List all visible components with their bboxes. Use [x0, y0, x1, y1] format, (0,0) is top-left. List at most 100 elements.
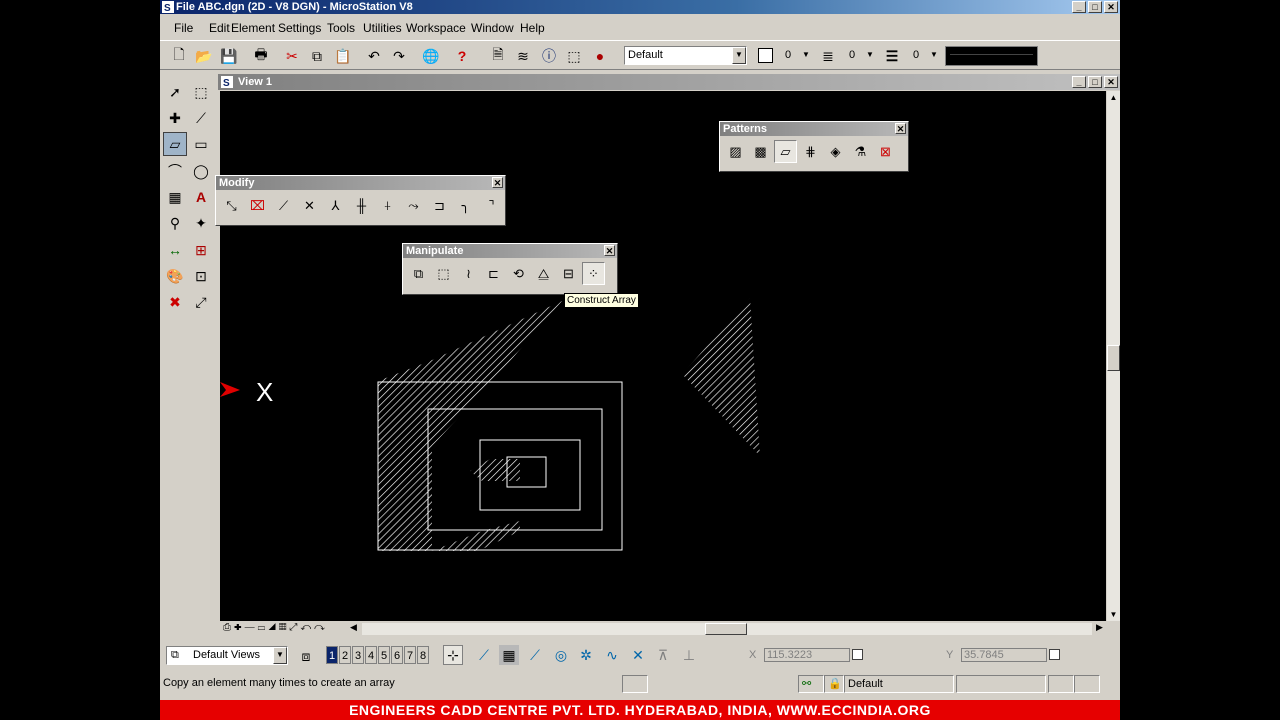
globe-icon[interactable]: 🌐 [421, 46, 441, 66]
select-element-icon[interactable]: ➚ [163, 80, 187, 104]
center-snap-icon[interactable]: ◎ [551, 645, 571, 665]
horizontal-scrollbar[interactable] [362, 623, 1092, 635]
modify-element-icon[interactable]: ⤡ [220, 194, 243, 217]
delete-vertex-icon[interactable]: ⊐ [428, 194, 451, 217]
levels-icon[interactable]: ≋ [513, 46, 533, 66]
scroll-left-arrow[interactable]: ◀ [350, 622, 357, 633]
measure-icon[interactable]: ✦ [189, 211, 213, 235]
view-7-button[interactable]: 7 [404, 646, 416, 664]
active-level-combo[interactable]: Default ▼ [624, 46, 747, 65]
patterns-tool-icon[interactable]: ▱ [163, 132, 187, 156]
paste-icon[interactable]: 📋 [333, 46, 353, 66]
open-folder-icon[interactable]: 📂 [194, 46, 214, 66]
perpendicular-snap-icon[interactable]: ⊼ [653, 645, 673, 665]
view-2-button[interactable]: 2 [339, 646, 351, 664]
view-8-button[interactable]: 8 [417, 646, 429, 664]
help-icon[interactable]: ? [452, 46, 472, 66]
view-6-button[interactable]: 6 [391, 646, 403, 664]
view-4-button[interactable]: 4 [365, 646, 377, 664]
chevron-down-icon[interactable]: ▼ [732, 47, 746, 64]
chamfer-icon[interactable]: ⌝ [480, 194, 503, 217]
move-parallel-icon[interactable]: ≀ [457, 262, 480, 285]
cell-icon[interactable]: ▦ [163, 185, 187, 209]
intersection-snap-icon[interactable]: ✕ [628, 645, 648, 665]
render-icon[interactable]: ● [590, 46, 610, 66]
minimize-button[interactable]: _ [1072, 1, 1086, 13]
menu-file[interactable]: File [174, 21, 193, 35]
view-3-button[interactable]: 3 [352, 646, 364, 664]
extend-to-element-icon[interactable]: ⅄ [324, 194, 347, 217]
scroll-down-arrow[interactable]: ▼ [1107, 608, 1120, 621]
color-dropdown-arrow[interactable]: ▼ [802, 50, 810, 59]
construct-array-icon[interactable]: ⁘ [582, 262, 605, 285]
menu-element[interactable]: Element [231, 21, 275, 35]
circle-icon[interactable]: ◯ [189, 159, 213, 183]
line-style-icon[interactable]: ≣ [818, 46, 838, 66]
line-weight-icon[interactable]: ☰ [882, 46, 902, 66]
rectangle-icon[interactable]: ▭ [189, 132, 213, 156]
crosshatch-area-icon[interactable]: ▩ [749, 140, 772, 163]
vertical-scrollbar[interactable]: ▲ ▼ [1107, 91, 1120, 621]
copy-element-icon[interactable]: ⧉ [407, 262, 430, 285]
view-1-button[interactable]: 1 [326, 646, 338, 664]
mirror-icon[interactable]: ⧋ [532, 262, 555, 285]
undo-icon[interactable]: ↶ [364, 46, 384, 66]
menu-utilities[interactable]: Utilities [363, 21, 402, 35]
menu-edit[interactable]: Edit [209, 21, 230, 35]
fillet-icon[interactable]: ╮ [454, 194, 477, 217]
active-color-swatch[interactable] [758, 48, 773, 63]
manipulate-palette[interactable]: Manipulate ✕ ⧉ ⬚ ≀ ⊏ ⟲ ⧋ ⊟ ⁘ [402, 243, 618, 295]
delete-element-icon[interactable]: ✖ [163, 290, 187, 314]
view-close-button[interactable]: ✕ [1104, 76, 1118, 88]
dimension-icon[interactable]: ↔ [163, 238, 187, 262]
match-pattern-attributes-icon[interactable]: ⚗ [849, 140, 872, 163]
weight-dropdown-arrow[interactable]: ▼ [930, 50, 938, 59]
text-icon[interactable]: A [189, 185, 213, 209]
fence-icon[interactable]: ⬚ [564, 46, 584, 66]
print-icon[interactable]: 🖶 [251, 46, 271, 66]
view-5-button[interactable]: 5 [378, 646, 390, 664]
view-controls-icons[interactable]: ⎙✚━▭◢▦⤢↶↷ [223, 622, 328, 633]
place-point-icon[interactable]: ✚ [163, 106, 187, 130]
keypoint-snap-icon[interactable]: ⟋ [474, 645, 494, 665]
pattern-area-icon[interactable]: ▱ [774, 140, 797, 163]
maximize-button[interactable]: □ [1088, 1, 1102, 13]
fence-tool-icon[interactable]: ⬚ [189, 80, 213, 104]
scale-icon[interactable]: ⊏ [482, 262, 505, 285]
rotate-icon[interactable]: ⟲ [507, 262, 530, 285]
palette-icon[interactable]: 🎨 [163, 264, 187, 288]
cut-icon[interactable]: ✂ [282, 46, 302, 66]
menu-tools[interactable]: Tools [327, 21, 355, 35]
views-dialog-icon[interactable]: ⧈ [296, 646, 316, 666]
midpoint-snap-icon[interactable]: ⟋ [525, 645, 545, 665]
modify-palette[interactable]: Modify ✕ ⤡ ⌧ ⟋ ✕ ⅄ ╫ ⍭ ⤳ ⊐ ╮ ⌝ [215, 175, 506, 226]
scroll-right-arrow[interactable]: ▶ [1096, 622, 1103, 633]
save-icon[interactable]: 💾 [219, 46, 239, 66]
origin-snap-icon[interactable]: ✲ [576, 645, 596, 665]
info-icon[interactable]: ⓘ [539, 46, 559, 66]
drop-element-icon[interactable]: ⤢ [189, 290, 213, 314]
arc-icon[interactable]: ⌒ [163, 159, 187, 183]
show-pattern-attributes-icon[interactable]: ◈ [824, 140, 847, 163]
align-edges-icon[interactable]: ⊟ [557, 262, 580, 285]
menu-settings[interactable]: Settings [278, 21, 321, 35]
delete-pattern-icon[interactable]: ⊠ [874, 140, 897, 163]
patterns-close-button[interactable]: ✕ [895, 123, 906, 134]
linear-pattern-icon[interactable]: ⋕ [799, 140, 822, 163]
intellitrim-icon[interactable]: ⍭ [376, 194, 399, 217]
modify-close-button[interactable]: ✕ [492, 177, 503, 188]
x-lock-checkbox[interactable] [852, 649, 863, 660]
style-dropdown-arrow[interactable]: ▼ [866, 50, 874, 59]
menu-help[interactable]: Help [520, 21, 545, 35]
dimension-element-icon[interactable]: ⊞ [189, 238, 213, 262]
tangent-snap-icon[interactable]: ∿ [602, 645, 622, 665]
manipulate-close-button[interactable]: ✕ [604, 245, 615, 256]
view-minimize-button[interactable]: _ [1072, 76, 1086, 88]
new-file-icon[interactable]: 🗋 [169, 46, 189, 66]
drawing-canvas[interactable]: X [220, 91, 1106, 621]
smartline-icon[interactable]: ⟋ [189, 106, 213, 130]
partial-delete-icon[interactable]: ⌧ [246, 194, 269, 217]
snap-lock-icon[interactable]: ⚯ [798, 675, 824, 693]
view-groups-combo[interactable]: ⧉ Default Views ▼ [166, 646, 288, 665]
menu-workspace[interactable]: Workspace [406, 21, 466, 35]
